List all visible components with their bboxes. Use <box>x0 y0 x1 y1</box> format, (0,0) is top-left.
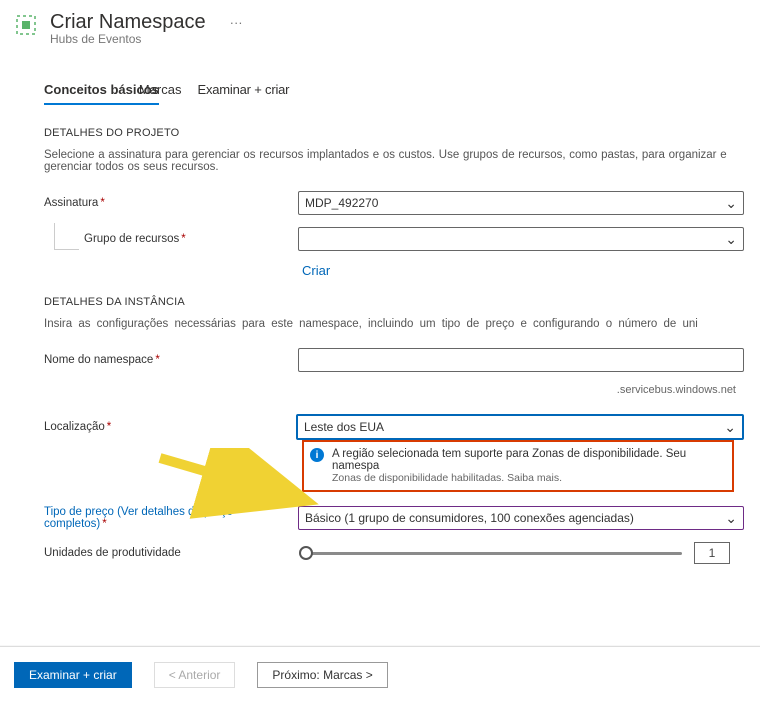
slider-thumb[interactable] <box>299 546 313 560</box>
label-throughput-units: Unidades de produtividade <box>44 547 302 559</box>
section-project-desc: Selecione a assinatura para gerenciar os… <box>44 149 744 173</box>
page-subtitle: Hubs de Eventos <box>50 32 243 46</box>
select-location[interactable]: Leste dos EUA ⌄ <box>296 414 744 440</box>
more-button[interactable]: ··· <box>230 15 243 30</box>
tab-review[interactable]: Examinar + criar <box>198 82 290 105</box>
review-create-button[interactable]: Examinar + criar <box>14 662 132 688</box>
info-icon: i <box>310 448 324 462</box>
namespace-icon <box>14 13 38 37</box>
input-namespace-name[interactable] <box>298 348 744 372</box>
chevron-down-icon: ⌄ <box>725 511 737 525</box>
input-throughput-units[interactable]: 1 <box>694 542 730 564</box>
chevron-down-icon: ⌄ <box>724 420 736 434</box>
availability-zone-info: i A região selecionada tem suporte para … <box>302 440 734 492</box>
label-location: Localização* <box>44 421 296 433</box>
info-title: A região selecionada tem suporte para Zo… <box>332 448 724 472</box>
chevron-down-icon: ⌄ <box>725 232 737 246</box>
label-pricing-tier[interactable]: Tipo de preço (Ver detalhes de preço com… <box>44 506 298 530</box>
page-header: Criar Namespace ··· Hubs de Eventos <box>0 0 760 46</box>
page-title: Criar Namespace <box>50 10 206 34</box>
section-instance-desc: Insira as configurações necessárias para… <box>44 318 744 330</box>
wizard-footer: Examinar + criar < Anterior Próximo: Mar… <box>0 646 760 708</box>
label-subscription: Assinatura* <box>44 197 298 209</box>
info-sub: Zonas de disponibilidade habilitadas. Sa… <box>332 472 724 484</box>
tabs: Conceitos básicos Marcas Examinar + cria… <box>44 82 760 105</box>
chevron-down-icon: ⌄ <box>725 196 737 210</box>
next-button[interactable]: Próximo: Marcas > <box>257 662 387 688</box>
link-create-new-rg[interactable]: Criar <box>302 263 744 278</box>
slider-throughput[interactable] <box>302 552 682 555</box>
label-namespace-name: Nome do namespace* <box>44 354 298 366</box>
section-project-heading: DETALHES DO PROJETO <box>44 127 744 139</box>
label-resource-group: Grupo de recursos* <box>84 233 298 245</box>
select-resource-group[interactable]: ⌄ <box>298 227 744 251</box>
select-subscription[interactable]: MDP_492270 ⌄ <box>298 191 744 215</box>
namespace-suffix: .servicebus.windows.net <box>44 384 736 396</box>
previous-button: < Anterior <box>154 662 236 688</box>
tab-tags[interactable]: Marcas <box>139 82 182 105</box>
select-pricing-tier[interactable]: Básico (1 grupo de consumidores, 100 con… <box>298 506 744 530</box>
section-instance-heading: DETALHES DA INSTÂNCIA <box>44 296 744 308</box>
